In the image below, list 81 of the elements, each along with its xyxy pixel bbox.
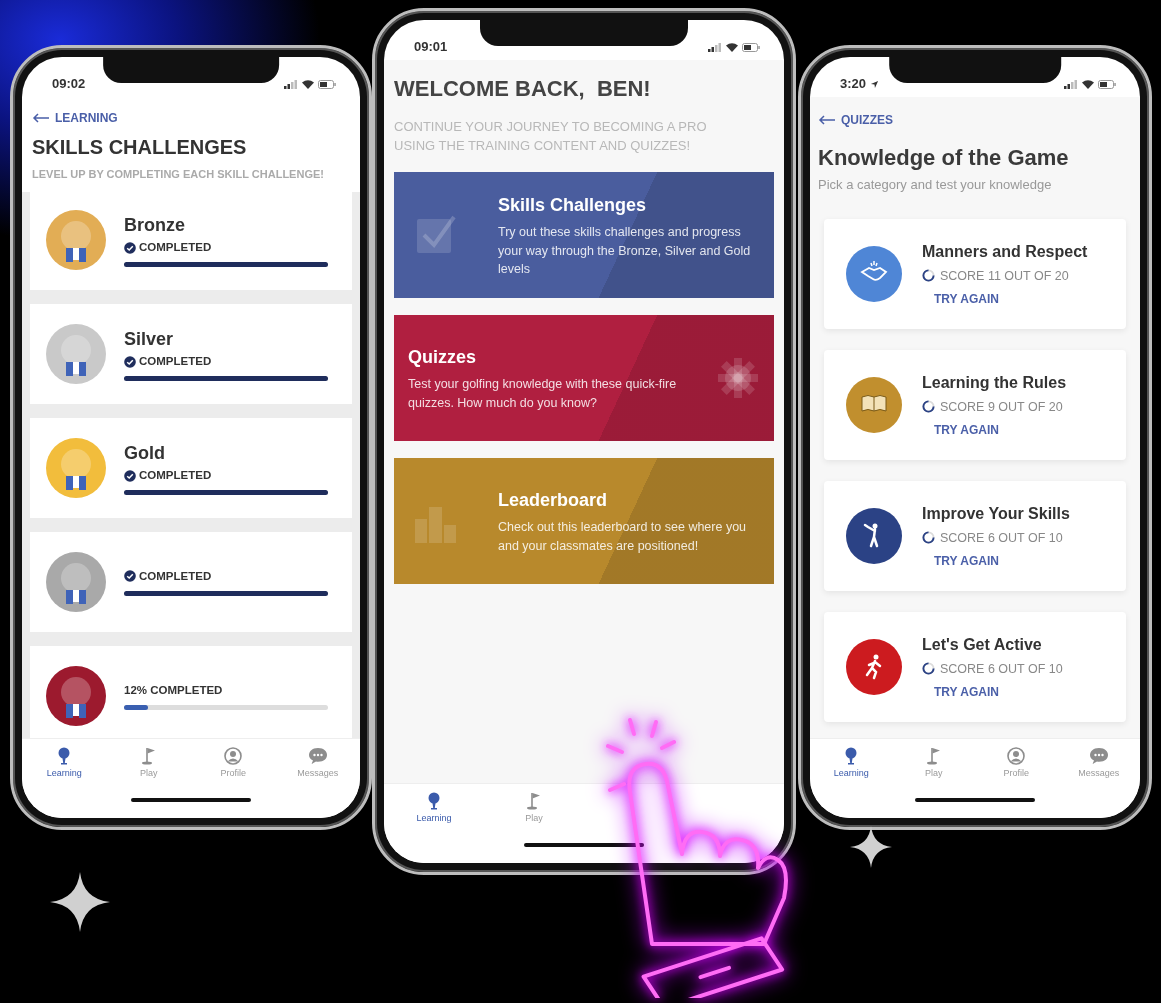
quiz-score: SCORE 6 OUT OF 10 — [940, 660, 1063, 678]
level-card[interactable]: Gold COMPLETED — [30, 417, 352, 518]
progress-ring-icon — [922, 400, 935, 414]
back-link[interactable]: LEARNING — [32, 109, 118, 127]
back-link[interactable]: QUIZZES — [818, 111, 893, 129]
quiz-card[interactable]: Improve Your Skills SCORE 6 OUT OF 10 TRY AGAIN — [824, 480, 1126, 591]
page-subtitle: CONTINUE YOUR JOURNEY TO BECOMING A PRO USING THE TRAINING CONTENT AND QUIZZES! — [394, 118, 708, 156]
check-circle-icon — [124, 241, 136, 254]
tab-bar-item[interactable]: Learning — [810, 739, 893, 798]
card-title: Skills Challenges — [498, 194, 648, 218]
page-title: WELCOME BACK, BEN! — [394, 76, 652, 103]
check-circle-icon — [124, 570, 136, 583]
page-subtitle: LEVEL UP BY COMPLETING EACH SKILL CHALLENGE! — [32, 167, 325, 182]
level-status: COMPLETED — [139, 468, 212, 484]
feature-card[interactable]: Leaderboard Check out this leaderboard to see where you and your classmates are positioned! — [394, 458, 774, 585]
quiz-score: SCORE 6 OUT OF 10 — [940, 529, 1063, 547]
sparkle-icon — [850, 826, 892, 868]
flag-icon — [140, 747, 157, 765]
try-again-link[interactable]: TRY AGAIN — [934, 290, 999, 309]
golf-ball-tee-icon — [426, 792, 442, 810]
card-description: Test your golfing knowledge with these quick-fire quizzes. How much do you know? — [408, 376, 678, 412]
progress-ring-icon — [922, 531, 935, 545]
try-again-link[interactable]: TRY AGAIN — [934, 552, 999, 571]
check-circle-icon — [124, 355, 136, 368]
feature-card[interactable]: Quizzes Test your golfing knowledge with these quick-fire quizzes. How much do you know? — [394, 315, 774, 442]
page-subtitle: Pick a category and test your knowledge — [818, 176, 1053, 195]
chat-bubble-icon — [307, 747, 328, 765]
status-time: 09:01 — [414, 38, 448, 57]
profile-icon — [224, 747, 243, 765]
page-title: Knowledge of the Game — [818, 145, 1070, 172]
flag-icon — [526, 792, 542, 810]
profile-icon — [1007, 747, 1026, 765]
status-time: 3:20 — [840, 75, 867, 94]
level-name: Gold — [124, 442, 166, 466]
tab-bar-item[interactable]: Learning — [22, 739, 107, 798]
level-card[interactable]: Bronze COMPLETED — [30, 189, 352, 290]
signal-icon — [1064, 79, 1078, 89]
quiz-score: SCORE 9 OUT OF 20 — [940, 398, 1063, 416]
level-card[interactable]: 12% COMPLETED — [30, 645, 352, 738]
try-again-link[interactable]: TRY AGAIN — [934, 683, 999, 702]
check-circle-icon — [124, 469, 136, 482]
quiz-title: Improve Your Skills — [922, 503, 1070, 524]
quiz-title: Learning the Rules — [922, 372, 1067, 393]
flag-icon — [925, 747, 942, 765]
level-status: COMPLETED — [139, 354, 212, 370]
signal-icon — [284, 79, 298, 89]
level-status: COMPLETED — [139, 240, 212, 256]
sparkle-icon — [50, 872, 110, 932]
battery-icon — [742, 42, 760, 52]
level-name: Silver — [124, 328, 175, 352]
try-again-link[interactable]: TRY AGAIN — [934, 421, 999, 440]
progress-ring-icon — [922, 269, 935, 283]
quiz-card[interactable]: Let's Get Active SCORE 6 OUT OF 10 TRY AGAIN — [824, 611, 1126, 722]
level-status: COMPLETED — [139, 568, 212, 584]
battery-icon — [1098, 79, 1116, 89]
chat-bubble-icon — [1088, 747, 1109, 765]
battery-icon — [318, 79, 336, 89]
progress-ring-icon — [922, 662, 935, 676]
quiz-title: Let's Get Active — [922, 634, 1042, 655]
level-card[interactable]: COMPLETED — [30, 531, 352, 632]
level-name: Bronze — [124, 214, 186, 238]
feature-card[interactable]: Skills Challenges Try out these skills challenges and progress your way through the Bronze, Silver and Gold levels — [394, 172, 774, 299]
wifi-icon — [1082, 79, 1094, 89]
card-title: Quizzes — [408, 346, 478, 370]
signal-icon — [708, 42, 722, 52]
wifi-icon — [726, 42, 738, 52]
back-arrow-icon — [32, 113, 50, 123]
back-arrow-icon — [818, 115, 836, 125]
quiz-score: SCORE 11 OUT OF 20 — [940, 267, 1069, 285]
level-card[interactable]: Silver COMPLETED — [30, 303, 352, 404]
card-title: Leaderboard — [498, 489, 609, 513]
quiz-title: Manners and Respect — [922, 241, 1088, 262]
card-description: Try out these skills challenges and progress your way through the Bronze, Silver and Gold levels — [498, 224, 752, 278]
level-status: 12% COMPLETED — [124, 682, 223, 698]
quiz-card[interactable]: Learning the Rules SCORE 9 OUT OF 20 TRY AGAIN — [824, 349, 1126, 460]
quiz-card[interactable]: Manners and Respect SCORE 11 OUT OF 20 TRY AGAIN — [824, 218, 1126, 329]
status-time: 09:02 — [52, 75, 86, 94]
page-title: SKILLS CHALLENGES — [32, 135, 248, 159]
card-description: Check out this leaderboard to see where you and your classmates are positioned! — [498, 519, 748, 555]
tab-bar-item[interactable]: Learning — [384, 784, 484, 843]
wifi-icon — [302, 79, 314, 89]
